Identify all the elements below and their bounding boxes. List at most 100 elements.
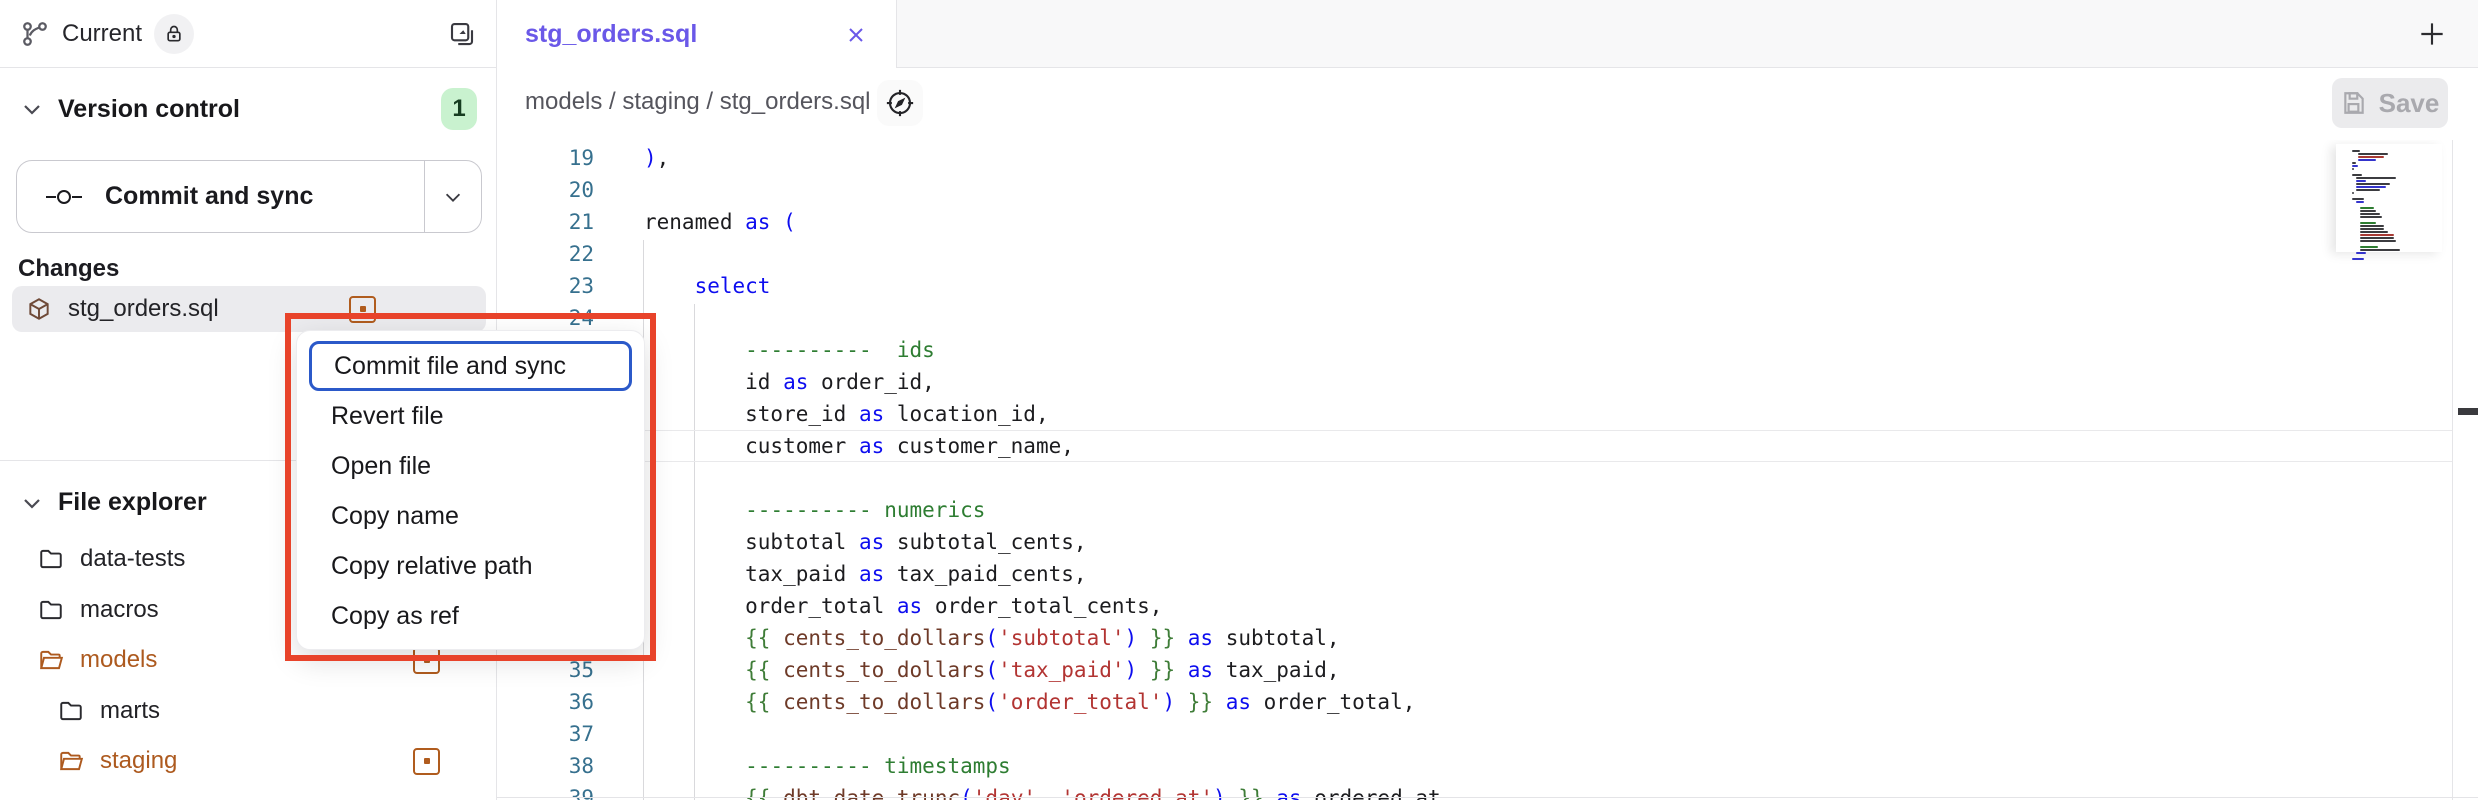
navigate-button[interactable] — [877, 80, 923, 126]
save-button[interactable]: Save — [2332, 78, 2448, 128]
changed-file-name: stg_orders.sql — [68, 295, 219, 323]
changed-file-row[interactable]: stg_orders.sql — [12, 286, 486, 332]
chevron-down-icon — [442, 186, 464, 208]
version-control-title: Version control — [58, 95, 240, 124]
tree-item-label: macros — [80, 596, 159, 624]
code-line: {{ cents_to_dollars('subtotal') }} as su… — [644, 622, 1441, 654]
code-line: subtotal as subtotal_cents, — [644, 526, 1441, 558]
minimap-line — [2360, 222, 2376, 224]
breadcrumb-bar: models / staging / stg_orders.sql Save — [497, 68, 2478, 140]
lock-badge — [154, 14, 194, 54]
minimap-line — [2360, 234, 2394, 236]
minimap-line — [2352, 258, 2364, 260]
minimap-line — [2360, 207, 2374, 209]
lock-icon — [164, 24, 184, 44]
sidebar-item-marts[interactable]: marts — [58, 697, 528, 725]
code-line: ), — [644, 142, 1441, 174]
folder-icon — [58, 698, 84, 724]
code-line — [644, 238, 1441, 270]
tree-item-label: data-tests — [80, 545, 185, 573]
minimap-line — [2358, 159, 2376, 161]
context-menu-item-copy-as-ref[interactable]: Copy as ref — [309, 591, 632, 641]
git-commit-icon — [45, 185, 83, 209]
minimap-line — [2360, 246, 2378, 248]
minimap-line — [2356, 177, 2396, 179]
modified-file-badge — [349, 296, 376, 323]
minimap-line — [2356, 180, 2366, 182]
file-context-menu: Commit file and syncRevert fileOpen file… — [296, 330, 645, 650]
breadcrumb: models / staging / stg_orders.sql — [525, 88, 871, 116]
minimap-line — [2360, 216, 2382, 218]
file-explorer-title: File explorer — [58, 488, 207, 517]
code-line: order_total as order_total_cents, — [644, 590, 1441, 622]
code-editor[interactable]: 1920212223242526272829303132333435363738… — [497, 140, 2478, 800]
code-line — [644, 174, 1441, 206]
minimap-line — [2356, 252, 2366, 254]
context-menu-item-commit-file-and-sync[interactable]: Commit file and sync — [309, 341, 632, 391]
scrollbar-indicator[interactable] — [2458, 408, 2478, 415]
minimap-line — [2352, 162, 2356, 164]
minimap-line — [2360, 228, 2384, 230]
minimap-line — [2360, 231, 2388, 233]
copy-files-button[interactable] — [447, 19, 477, 49]
commit-and-sync-button[interactable]: Commit and sync — [16, 160, 482, 233]
code-line: tax_paid as tax_paid_cents, — [644, 558, 1441, 590]
folder-open-icon — [58, 748, 84, 774]
minimap-line — [2352, 168, 2354, 170]
model-cube-icon — [26, 296, 52, 322]
minimap-line — [2352, 165, 2358, 167]
minimap-line — [2358, 156, 2384, 158]
code-line: {{ cents_to_dollars('order_total') }} as… — [644, 686, 1441, 718]
git-branch-icon — [20, 19, 50, 49]
minimap-line — [2360, 213, 2380, 215]
code-line — [644, 718, 1441, 750]
modified-file-badge — [413, 748, 440, 775]
sidebar-item-staging[interactable]: staging — [58, 747, 528, 775]
commit-options-dropdown[interactable] — [424, 161, 481, 232]
context-menu-item-revert-file[interactable]: Revert file — [309, 391, 632, 441]
tab-label: stg_orders.sql — [525, 20, 844, 49]
code-line: store_id as location_id, — [644, 398, 1441, 430]
code-line: id as order_id, — [644, 366, 1441, 398]
tab-stg-orders[interactable]: stg_orders.sql — [497, 0, 897, 69]
minimap-line — [2360, 249, 2400, 251]
minimap-line — [2352, 192, 2354, 194]
line-number: 35 — [497, 654, 594, 686]
copy-files-icon — [447, 19, 477, 49]
new-tab-button[interactable] — [2414, 16, 2450, 52]
folder-icon — [38, 546, 64, 572]
folder-open-icon — [38, 647, 64, 673]
minimap-line — [2352, 150, 2360, 152]
minimap-line — [2360, 225, 2384, 227]
code-line: ---------- ids — [644, 334, 1441, 366]
context-menu-item-copy-name[interactable]: Copy name — [309, 491, 632, 541]
changes-label: Changes — [18, 255, 119, 283]
minimap-line — [2352, 198, 2364, 200]
save-floppy-icon — [2341, 90, 2367, 116]
save-label: Save — [2379, 88, 2440, 119]
context-menu-item-open-file[interactable]: Open file — [309, 441, 632, 491]
version-control-section-header[interactable]: Version control 1 — [0, 88, 497, 130]
code-line: customer as customer_name, — [644, 430, 1441, 462]
context-menu-item-copy-relative-path[interactable]: Copy relative path — [309, 541, 632, 591]
branch-name: Current — [62, 20, 142, 48]
modified-file-badge — [413, 647, 440, 674]
code-line: ---------- numerics — [644, 494, 1441, 526]
line-number: 23 — [497, 270, 594, 302]
minimap[interactable] — [2336, 144, 2442, 252]
code-line: select — [644, 270, 1441, 302]
minimap-line — [2360, 237, 2394, 239]
sidebar-item-models[interactable]: models — [38, 646, 508, 674]
close-icon[interactable] — [844, 23, 868, 47]
code-content[interactable]: ), renamed as ( select ---------- ids id… — [644, 142, 1441, 800]
minimap-line — [2360, 210, 2376, 212]
compass-icon — [885, 88, 915, 118]
chevron-down-icon — [20, 97, 44, 121]
plus-icon — [2416, 18, 2448, 50]
code-line — [644, 302, 1441, 334]
minimap-line — [2358, 153, 2388, 155]
changes-count-badge: 1 — [441, 88, 477, 130]
minimap-line — [2356, 183, 2390, 185]
editor-right-border — [2452, 140, 2453, 800]
code-line — [644, 462, 1441, 494]
